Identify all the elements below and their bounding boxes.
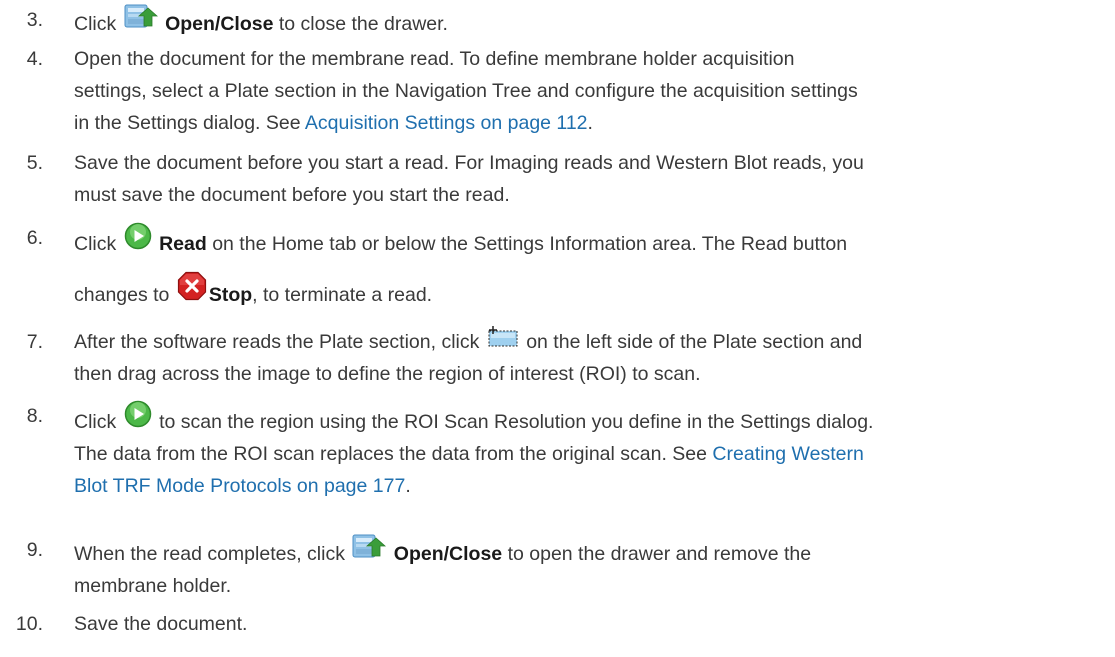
step-number: 4. bbox=[26, 48, 43, 70]
step-text: Save the document before you start a rea… bbox=[74, 152, 864, 174]
open-close-label: Open/Close bbox=[393, 543, 503, 565]
stop-label: Stop bbox=[208, 284, 253, 306]
step-text: on the left side of the Plate section an… bbox=[526, 331, 863, 353]
step-text: Open the document for the membrane read.… bbox=[74, 48, 795, 70]
step-text: Click bbox=[74, 411, 117, 433]
creating-western-blot-link-cont[interactable]: Blot TRF Mode Protocols on page 177 bbox=[74, 475, 405, 497]
step-text: After the software reads the Plate secti… bbox=[74, 331, 480, 353]
step-text: must save the document before you start … bbox=[74, 184, 510, 206]
step-text: When the read completes, click bbox=[74, 543, 345, 565]
step-text: to open the drawer and remove the bbox=[507, 543, 812, 565]
step-text: settings, select a Plate section in the … bbox=[74, 80, 858, 102]
acquisition-settings-link[interactable]: Acquisition Settings on page 112 bbox=[305, 112, 588, 134]
step-number: 10. bbox=[15, 613, 43, 635]
step-text: The data from the ROI scan replaces the … bbox=[74, 443, 707, 465]
step-text: then drag across the image to define the… bbox=[74, 363, 701, 385]
open-close-icon bbox=[352, 534, 387, 570]
read-label: Read bbox=[159, 233, 207, 255]
step-number: 7. bbox=[26, 331, 43, 353]
roi-select-icon bbox=[487, 326, 519, 358]
step-text: , to terminate a read. bbox=[252, 284, 433, 306]
step-text: in the Settings dialog. See bbox=[74, 112, 301, 134]
step-text: on the Home tab or below the Settings In… bbox=[212, 233, 848, 255]
step-text: Click bbox=[74, 233, 117, 255]
step-number: 3. bbox=[26, 9, 43, 31]
punctuation: . bbox=[587, 112, 593, 134]
step-text: to scan the region using the ROI Scan Re… bbox=[159, 411, 874, 433]
stop-icon bbox=[177, 271, 207, 311]
open-close-label: Open/Close bbox=[165, 13, 274, 35]
step-number: 5. bbox=[26, 152, 43, 174]
instruction-list: 3. Click Open/Close to close the drawer.… bbox=[0, 0, 1115, 657]
play-icon bbox=[124, 400, 152, 438]
step-text: to close the drawer. bbox=[278, 13, 448, 35]
step-number: 9. bbox=[26, 539, 43, 561]
step-number: 8. bbox=[26, 405, 43, 427]
step-number: 6. bbox=[26, 227, 43, 249]
play-icon bbox=[124, 222, 152, 260]
step-text: Save the document. bbox=[74, 613, 248, 635]
open-close-icon bbox=[124, 4, 158, 40]
punctuation: . bbox=[405, 475, 411, 497]
creating-western-blot-link[interactable]: Creating Western bbox=[712, 443, 863, 465]
step-text: membrane holder. bbox=[74, 575, 232, 597]
step-text: Click bbox=[74, 13, 117, 35]
step-text: changes to bbox=[74, 284, 170, 306]
